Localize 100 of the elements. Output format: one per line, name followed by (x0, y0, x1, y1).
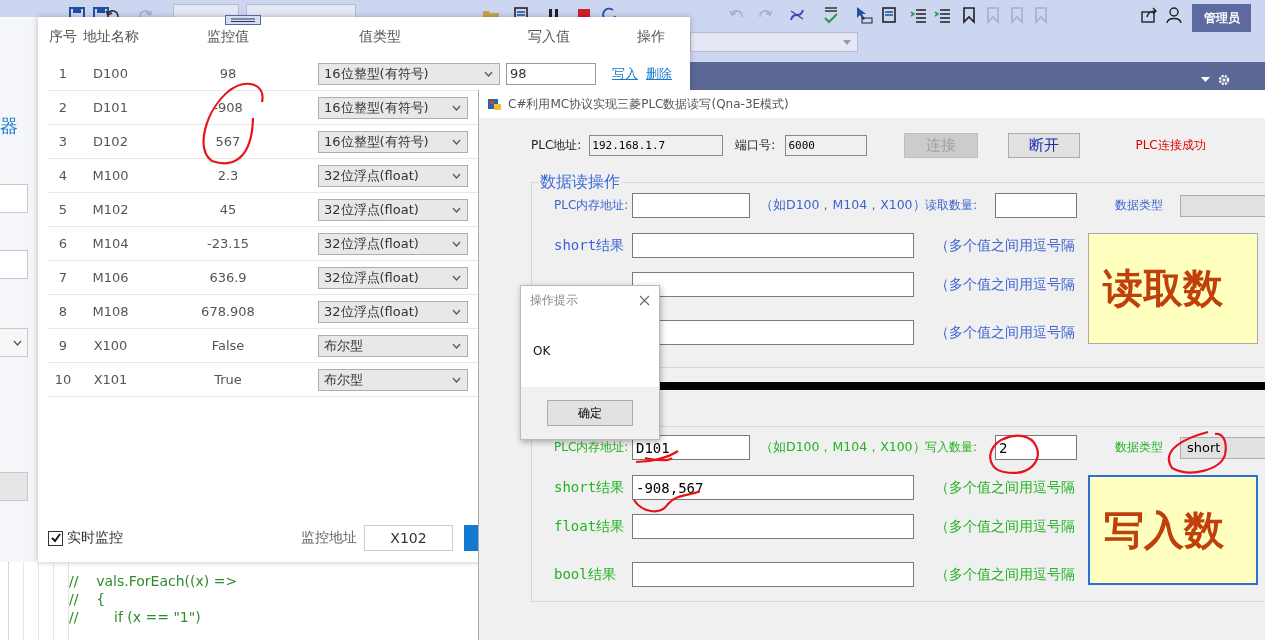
close-icon[interactable] (639, 294, 650, 306)
table-cell-text: 45 (218, 202, 238, 217)
field-label: float结果 (554, 517, 626, 536)
action-link[interactable]: 删除 (646, 64, 672, 83)
result-field[interactable] (632, 562, 914, 587)
code-line: // if (x == "1") (69, 608, 202, 626)
bookmark-icon[interactable] (960, 6, 978, 24)
write-value-field[interactable]: 98 (506, 62, 596, 85)
save-icon[interactable] (68, 6, 86, 17)
field-label: 数据类型 (1115, 197, 1164, 214)
share-icon[interactable] (1140, 6, 1158, 24)
type-dropdown[interactable]: 布尔型 (318, 334, 468, 357)
field-label: PLC内存地址: (554, 439, 630, 456)
port-field[interactable]: 6000 (785, 134, 868, 156)
settings-icon[interactable] (1218, 74, 1230, 86)
table-cell-text: 98 (218, 66, 238, 81)
caret-icon (843, 39, 851, 45)
read-button[interactable]: 读取数 (1088, 233, 1258, 344)
column-header: 写入值 (527, 28, 571, 46)
chevron-down-icon (452, 206, 461, 213)
input-field[interactable] (0, 184, 28, 213)
field-label: short结果 (554, 236, 626, 255)
column-header: 值类型 (357, 28, 402, 46)
count-field[interactable]: 2 (995, 435, 1077, 460)
hint-text: （多个值之间用逗号隔 (935, 236, 1076, 255)
grip-handle-icon[interactable] (225, 15, 261, 25)
ok-button[interactable]: 确定 (547, 400, 633, 426)
chevron-down-icon (452, 240, 461, 247)
result-field[interactable] (632, 272, 914, 297)
type-dropdown[interactable]: 32位浮点(float) (318, 198, 468, 221)
restart-icon[interactable] (600, 6, 618, 17)
result-field[interactable] (632, 233, 914, 258)
connection-button[interactable]: 断开 (1008, 132, 1081, 158)
table-cell-text: D101 (92, 100, 129, 115)
person-icon[interactable] (1166, 6, 1184, 24)
row-number: 6 (57, 236, 69, 251)
code-line: // vals.ForEach((x) => (69, 572, 238, 590)
save-all-icon[interactable] (92, 6, 110, 17)
hint-text: （多个值之间用逗号隔 (935, 323, 1076, 342)
hint-text: （多个值之间用逗号隔 (935, 517, 1076, 536)
address-field[interactable] (632, 193, 750, 218)
table-cell-text: -23.15 (206, 236, 250, 251)
count-field[interactable] (995, 193, 1077, 218)
action-link[interactable]: 写入 (612, 64, 638, 83)
row-number: 8 (57, 304, 69, 319)
type-dropdown[interactable]: 16位整型(有符号) (318, 130, 468, 153)
annotation-loop (1167, 430, 1227, 474)
field-label: 监控地址 (301, 529, 357, 547)
table-cell-text: 2.3 (216, 168, 240, 183)
outdent-icon[interactable] (934, 6, 952, 24)
field-label: PLC地址: (531, 136, 582, 154)
document-icon[interactable] (880, 6, 898, 24)
chevron-down-icon (452, 172, 461, 179)
write-button[interactable]: 写入数 (1088, 475, 1258, 585)
type-dropdown[interactable]: 32位浮点(float) (318, 266, 468, 289)
table-cell-text: M102 (91, 202, 130, 217)
chevron-down-icon (452, 376, 461, 383)
cursor-icon[interactable] (855, 6, 873, 24)
table-cell-text: 567 (214, 134, 242, 149)
table-cell-text: False (210, 338, 246, 353)
row-number: 5 (57, 202, 69, 217)
row-number: 4 (57, 168, 69, 183)
field-label: short结果 (554, 478, 626, 497)
table-cell-text: D100 (92, 66, 129, 81)
type-dropdown[interactable]: 16位整型(有符号) (318, 96, 468, 119)
table-cell-text: D102 (92, 134, 129, 149)
chevron-down-icon (452, 138, 461, 145)
indent-icon[interactable] (910, 6, 928, 24)
type-dropdown[interactable]: 16位整型(有符号) (318, 62, 500, 85)
document-icon[interactable] (512, 6, 530, 17)
table-cell-text: 678.908 (200, 304, 256, 319)
table-cell-text: M106 (91, 270, 130, 285)
table-cell-text: 636.9 (208, 270, 248, 285)
table-cell-text: M108 (91, 304, 130, 319)
type-dropdown[interactable]: 32位浮点(float) (318, 300, 468, 323)
address-field[interactable]: D101 (632, 435, 750, 460)
ip-address-field[interactable]: 192.168.1.7 (589, 134, 724, 156)
input-field[interactable] (0, 250, 28, 279)
type-dropdown[interactable]: 布尔型 (318, 368, 468, 391)
hint-text: （如D100，M104，X100） (760, 197, 925, 214)
type-dropdown[interactable]: short (1180, 436, 1265, 459)
dialog-title: 操作提示 (530, 291, 578, 309)
account-button[interactable]: 管理员 (1192, 4, 1251, 32)
chevron-down-icon (13, 339, 22, 346)
app-icon (488, 97, 502, 111)
realtime-checkbox[interactable]: 实时监控 (48, 529, 123, 547)
spellcheck-icon[interactable] (822, 6, 840, 24)
address-field[interactable]: X102 (364, 525, 453, 551)
annotation-loop (989, 434, 1039, 474)
heading-text: 器 (0, 114, 18, 138)
chevron-down-icon (452, 104, 461, 111)
caret-icon[interactable] (1201, 77, 1210, 82)
table-cell-text: X101 (92, 372, 129, 387)
type-dropdown[interactable]: 32位浮点(float) (318, 164, 468, 187)
hint-text: （如D100，M104，X100） (760, 439, 925, 456)
group-title: 数据读操作 (539, 172, 621, 193)
result-field[interactable]: -908,567 (632, 475, 914, 500)
type-dropdown[interactable]: 32位浮点(float) (318, 232, 468, 255)
chevron-down-icon (452, 308, 461, 315)
result-field[interactable] (632, 514, 914, 539)
